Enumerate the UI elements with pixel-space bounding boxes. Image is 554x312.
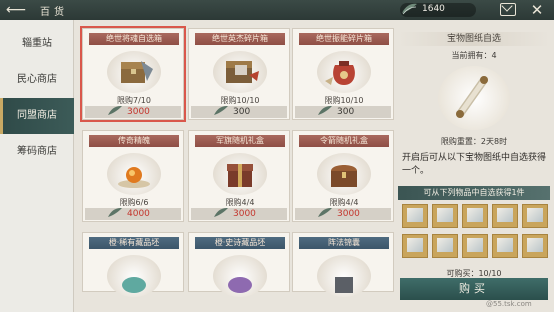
product-title: 传奇精魄	[89, 135, 179, 147]
product-card[interactable]: 阵法锦囊	[292, 232, 394, 297]
pouch-icon	[317, 51, 371, 93]
price-value: 300	[337, 107, 355, 117]
price-bar: 300	[295, 106, 391, 118]
price-bar: 3000	[295, 208, 391, 220]
sidebar-item-alliance-shop[interactable]: 同盟商店	[0, 98, 74, 134]
purchase-limit: 限购4/4	[225, 198, 255, 207]
owned-count: 当前拥有：4	[451, 51, 497, 60]
blueprint-item-icon[interactable]	[522, 204, 548, 228]
relic-icon	[213, 255, 267, 297]
product-card[interactable]: 令箭随机礼盒 限购4/4 3000	[292, 130, 394, 222]
price-bar: 3000	[85, 106, 181, 118]
jade-leaf-icon	[214, 208, 228, 217]
product-title: 橙·稀有藏品坯	[89, 237, 179, 249]
product-card[interactable]: 橙·稀有藏品坯	[82, 232, 184, 297]
price-bar: 4000	[85, 208, 181, 220]
gift-box-icon	[213, 153, 267, 195]
sidebar-item-chip-shop[interactable]: 筹码商店	[0, 134, 74, 170]
price-value: 3000	[233, 209, 256, 219]
book-icon	[317, 255, 371, 297]
purchase-limit: 限购7/10	[117, 96, 151, 105]
blueprint-item-icon[interactable]	[492, 234, 518, 258]
product-title: 军旗随机礼盒	[195, 135, 285, 147]
blueprint-item-icon[interactable]	[432, 204, 458, 228]
jade-leaf-icon	[108, 208, 122, 217]
price-value: 4000	[127, 209, 150, 219]
blueprint-item-icon[interactable]	[522, 234, 548, 258]
purchase-limit: 限购6/6	[119, 198, 149, 207]
jade-leaf-icon	[214, 106, 228, 115]
purchase-limit: 限购10/10	[324, 96, 364, 105]
close-icon[interactable]: ✕	[528, 1, 546, 19]
blueprint-item-icon[interactable]	[432, 234, 458, 258]
product-title: 绝世将魂自选箱	[89, 33, 179, 45]
jade-leaf-icon	[318, 208, 332, 217]
jade-leaf-icon	[318, 106, 332, 115]
currency-value: 1640	[422, 4, 445, 14]
product-card[interactable]: 绝世英杰碎片箱 限购10/10 300	[188, 28, 290, 120]
selectable-items-header: 可从下列物品中自选获得1件	[398, 186, 550, 200]
purchase-limit: 限购4/4	[329, 198, 359, 207]
treasure-chest-icon	[317, 153, 371, 195]
page-title: 百货	[40, 7, 68, 18]
blueprint-item-icon[interactable]	[402, 234, 428, 258]
price-value: 3000	[127, 107, 150, 117]
detail-title: 宝物图纸自选	[398, 32, 550, 46]
currency-display: 1640	[400, 3, 476, 17]
product-title: 橙·史诗藏品坯	[195, 237, 285, 249]
chest-icon	[213, 51, 267, 93]
product-title: 令箭随机礼盒	[299, 135, 389, 147]
price-value: 300	[233, 107, 251, 117]
sidebar-item-label: 辎重站	[22, 38, 52, 49]
watermark: @55.tsk.com	[486, 300, 532, 308]
product-card[interactable]: 绝世将魂自选箱 限购7/10 3000	[80, 26, 186, 122]
product-grid: 绝世将魂自选箱 限购7/10 3000 绝世英杰碎片箱 限购10/10 300 …	[80, 26, 394, 312]
price-bar: 300	[191, 106, 287, 118]
jade-leaf-icon	[108, 106, 122, 115]
price-value: 3000	[337, 209, 360, 219]
back-arrow-icon: ⟵	[6, 2, 27, 18]
sidebar-item-label: 筹码商店	[17, 146, 57, 157]
jade-leaf-icon	[402, 3, 417, 15]
chest-icon	[107, 51, 161, 93]
scroll-icon	[438, 66, 510, 130]
relic-icon	[107, 255, 161, 297]
blueprint-item-icon[interactable]	[462, 204, 488, 228]
selectable-items-grid	[402, 204, 550, 266]
sidebar-item-civilian-shop[interactable]: 民心商店	[0, 62, 74, 98]
blueprint-item-icon[interactable]	[492, 204, 518, 228]
product-card[interactable]: 传奇精魄 限购6/6 4000	[82, 130, 184, 222]
blueprint-item-icon[interactable]	[462, 234, 488, 258]
shop-sidebar: 辎重站 民心商店 同盟商店 筹码商店	[0, 20, 74, 312]
back-button[interactable]: ⟵	[6, 2, 32, 18]
limit-reset-timer: 限购重置：2天8时	[440, 137, 508, 146]
buy-button[interactable]: 购买	[400, 278, 548, 300]
sidebar-item-label: 民心商店	[17, 74, 57, 85]
price-bar: 3000	[191, 208, 287, 220]
top-bar: ⟵ 百货 1640 ✕	[0, 0, 554, 20]
sidebar-item-label: 同盟商店	[17, 110, 57, 121]
product-title: 绝世振能碎片箱	[299, 33, 389, 45]
blueprint-item-icon[interactable]	[402, 204, 428, 228]
product-card[interactable]: 军旗随机礼盒 限购4/4 3000	[188, 130, 290, 222]
product-title: 阵法锦囊	[299, 237, 389, 249]
product-card[interactable]: 绝世振能碎片箱 限购10/10 300	[292, 28, 394, 120]
product-title: 绝世英杰碎片箱	[195, 33, 285, 45]
purchase-limit: 限购10/10	[220, 96, 260, 105]
item-detail-panel: 宝物图纸自选 当前拥有：4 限购重置：2天8时 开启后可从以下宝物图纸中自选获得…	[398, 26, 550, 308]
item-description: 开启后可从以下宝物图纸中自选获得一个。	[402, 153, 547, 176]
orb-icon	[107, 153, 161, 195]
mail-icon[interactable]	[500, 3, 516, 16]
product-card[interactable]: 橙·史诗藏品坯	[188, 232, 290, 297]
sidebar-item-supply-station[interactable]: 辎重站	[0, 26, 74, 62]
